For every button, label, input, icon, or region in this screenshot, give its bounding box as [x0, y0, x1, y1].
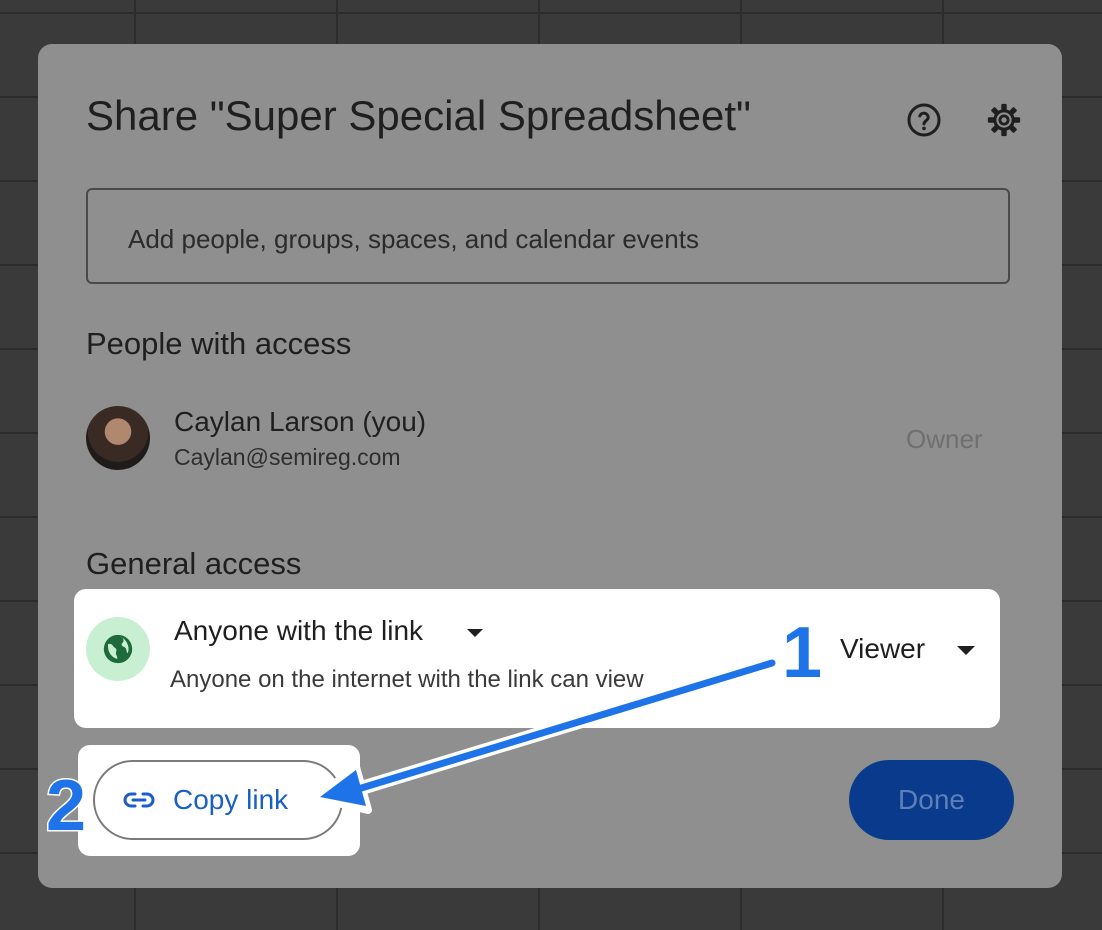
person-name: Caylan Larson (you): [174, 406, 427, 437]
people-with-access-heading: People with access: [86, 326, 352, 361]
general-access-heading: General access: [86, 546, 302, 581]
role-dropdown[interactable]: Viewer: [840, 633, 925, 665]
add-people-input[interactable]: Add people, groups, spaces, and calendar…: [86, 188, 1010, 284]
add-people-placeholder: Add people, groups, spaces, and calendar…: [128, 224, 699, 254]
globe-icon: [103, 634, 133, 664]
step-2-label: 2: [44, 766, 87, 846]
avatar: [86, 406, 150, 470]
copy-link-button[interactable]: Copy link: [93, 760, 343, 840]
access-description: Anyone on the internet with the link can…: [170, 666, 644, 693]
access-type-dropdown[interactable]: Anyone with the link: [174, 615, 423, 647]
settings-button[interactable]: [984, 100, 1024, 140]
gear-icon: [987, 103, 1021, 137]
copy-link-highlight: Copy link: [78, 745, 360, 856]
chevron-down-icon[interactable]: [956, 645, 976, 656]
link-icon: [123, 792, 155, 808]
copy-link-label: Copy link: [173, 784, 289, 815]
globe-badge: [86, 617, 150, 681]
help-button[interactable]: [904, 100, 944, 140]
dialog-title: Share "Super Special Spreadsheet": [86, 92, 751, 139]
help-circle-icon: [907, 103, 941, 137]
general-access-card: Anyone with the link Anyone on the inter…: [74, 589, 1000, 728]
person-email: Caylan@semireg.com: [174, 444, 401, 470]
person-role: Owner: [906, 424, 983, 454]
done-button[interactable]: Done: [849, 760, 1014, 840]
step-1-label: 1: [780, 613, 823, 693]
chevron-down-icon[interactable]: [466, 628, 484, 638]
done-label: Done: [898, 784, 965, 815]
